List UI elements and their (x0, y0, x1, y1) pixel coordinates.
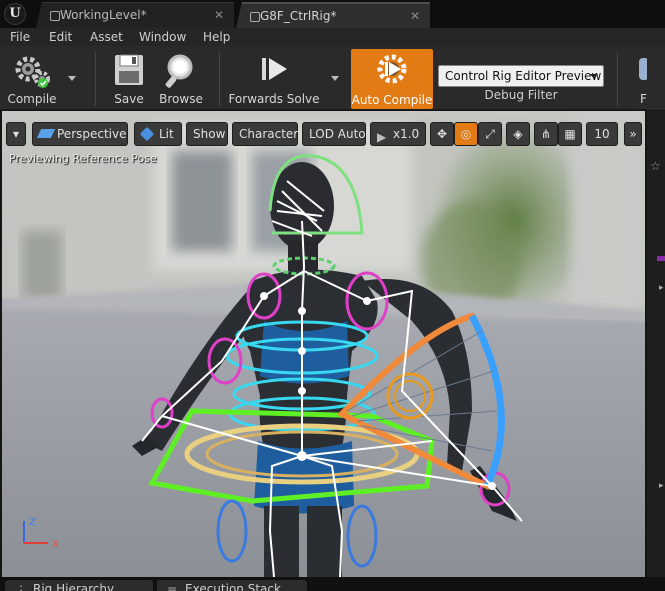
rotate-icon: ◎ (460, 127, 472, 141)
world-cube-icon: ◈ (513, 127, 523, 141)
debug-select-value: Control Rig Editor Preview (445, 69, 602, 83)
save-label: Save (114, 92, 144, 106)
title-bar: U WorkingLevel* ✕ G8F_CtrlRig* ✕ (0, 0, 665, 28)
toolbar: Compile Save Browse Forwards Solve Auto … (0, 46, 665, 110)
debug-filter-select[interactable]: Control Rig Editor Preview (438, 65, 604, 87)
axis-gizmo: Z X (23, 517, 59, 549)
tab-label: Execution Stack (185, 582, 281, 591)
bottom-tab-strip: ⋮ Rig Hierarchy ≡ Execution Stack (0, 577, 665, 591)
grid-icon: ▦ (564, 127, 576, 141)
viewport-more-button[interactable]: » (624, 122, 642, 146)
viewport-scene[interactable] (2, 111, 645, 577)
coordinate-space-button[interactable]: ◈ (506, 122, 530, 146)
character-button[interactable]: Character (232, 122, 298, 146)
show-button[interactable]: Show (186, 122, 228, 146)
toolbar-separator (95, 52, 96, 106)
lod-label: LOD Auto (309, 127, 366, 141)
perspective-icon (36, 129, 56, 138)
chevron-right-icon[interactable]: ▸ (659, 481, 664, 491)
debug-filter-label: Debug Filter (484, 88, 558, 102)
menu-bar: File Edit Asset Window Help (0, 28, 665, 46)
side-panel-header (647, 46, 665, 110)
translate-tool-button[interactable]: ✥ (430, 122, 454, 146)
play-icon (262, 58, 287, 80)
surface-snap-button[interactable]: ⋔ (534, 122, 558, 146)
menu-edit[interactable]: Edit (49, 29, 72, 45)
level-icon (50, 11, 60, 21)
solve-options-chevron-icon[interactable] (331, 76, 339, 81)
show-label: Show (193, 127, 226, 141)
browse-button[interactable]: Browse (156, 50, 206, 108)
perspective-button[interactable]: Perspective (32, 122, 128, 146)
menu-file[interactable]: File (10, 29, 30, 45)
scale-icon: ⤢ (485, 127, 495, 141)
chevron-right-icon[interactable]: ▸ (659, 283, 664, 293)
control-rig-icon (250, 12, 260, 22)
gears-play-icon (377, 54, 407, 84)
auto-compile-button[interactable]: Auto Compile (351, 49, 433, 109)
rotate-tool-button[interactable]: ◎ (454, 122, 478, 146)
lit-label: Lit (159, 127, 174, 141)
tab-label: Rig Hierarchy (33, 582, 115, 591)
lod-button[interactable]: LOD Auto (302, 122, 366, 146)
toolbar-separator (617, 52, 618, 106)
compile-label: Compile (7, 92, 57, 106)
tab-rig-hierarchy[interactable]: ⋮ Rig Hierarchy (5, 580, 153, 591)
close-icon[interactable]: ✕ (410, 4, 420, 28)
snap-icon: ⋔ (540, 127, 552, 141)
tab-label: WorkingLevel* (60, 8, 147, 22)
play-icon: ▶ (377, 130, 387, 144)
grid-size-button[interactable]: 10 (586, 122, 618, 146)
character-label: Character (239, 127, 299, 141)
magnifier-icon (165, 54, 193, 88)
star-icon[interactable]: ☆ (650, 159, 661, 173)
close-icon[interactable]: ✕ (214, 3, 224, 27)
playback-speed-button[interactable]: ▶ x1.0 (370, 122, 426, 146)
perspective-label: Perspective (57, 127, 127, 141)
chevron-down-icon: ▾ (12, 127, 20, 141)
hierarchy-icon: ⋮ (15, 583, 27, 591)
viewport-caption: Previewing Reference Pose (9, 152, 157, 165)
tab-working-level[interactable]: WorkingLevel* ✕ (36, 2, 234, 28)
compile-options-chevron-icon[interactable] (68, 76, 76, 81)
tab-ctrl-rig[interactable]: G8F_CtrlRig* ✕ (236, 2, 430, 28)
forwards-solve-label: Forwards Solve (228, 92, 320, 106)
menu-help[interactable]: Help (203, 29, 230, 45)
menu-asset[interactable]: Asset (90, 29, 123, 45)
toolbar-separator (219, 52, 220, 106)
gears-icon (15, 56, 50, 88)
scale-tool-button[interactable]: ⤢ (478, 122, 502, 146)
viewport-options-button[interactable]: ▾ (6, 122, 26, 146)
grid-snap-button[interactable]: ▦ (558, 122, 582, 146)
lit-button[interactable]: Lit (134, 122, 182, 146)
browse-label: Browse (159, 92, 203, 106)
chevron-right-icon: » (629, 127, 637, 141)
compile-button[interactable]: Compile (4, 50, 60, 108)
viewport-toolbar: ▾ Perspective Lit Show Character LOD Aut… (6, 122, 642, 146)
stack-icon: ≡ (167, 583, 178, 591)
axis-x-label: X (52, 539, 59, 549)
unreal-logo-icon[interactable]: U (4, 3, 26, 25)
move-icon: ✥ (436, 127, 448, 141)
save-button[interactable]: Save (106, 50, 152, 108)
chevron-down-icon (590, 74, 598, 79)
menu-window[interactable]: Window (139, 29, 186, 45)
grid-size-value: 10 (594, 127, 610, 141)
selection-marker (657, 256, 665, 261)
speed-label: x1.0 (393, 127, 420, 141)
viewport[interactable]: ▾ Perspective Lit Show Character LOD Aut… (2, 111, 645, 577)
details-panel-edge[interactable]: ☆ ▸ ▸ (647, 111, 665, 577)
tab-execution-stack[interactable]: ≡ Execution Stack (157, 580, 307, 591)
forwards-solve-button[interactable]: Forwards Solve (226, 50, 322, 108)
axis-z-label: Z (29, 517, 36, 528)
tab-label: G8F_CtrlRig* (260, 9, 337, 23)
auto-compile-label: Auto Compile (351, 93, 433, 107)
cube-icon (139, 126, 155, 142)
floppy-disk-icon (115, 54, 143, 85)
